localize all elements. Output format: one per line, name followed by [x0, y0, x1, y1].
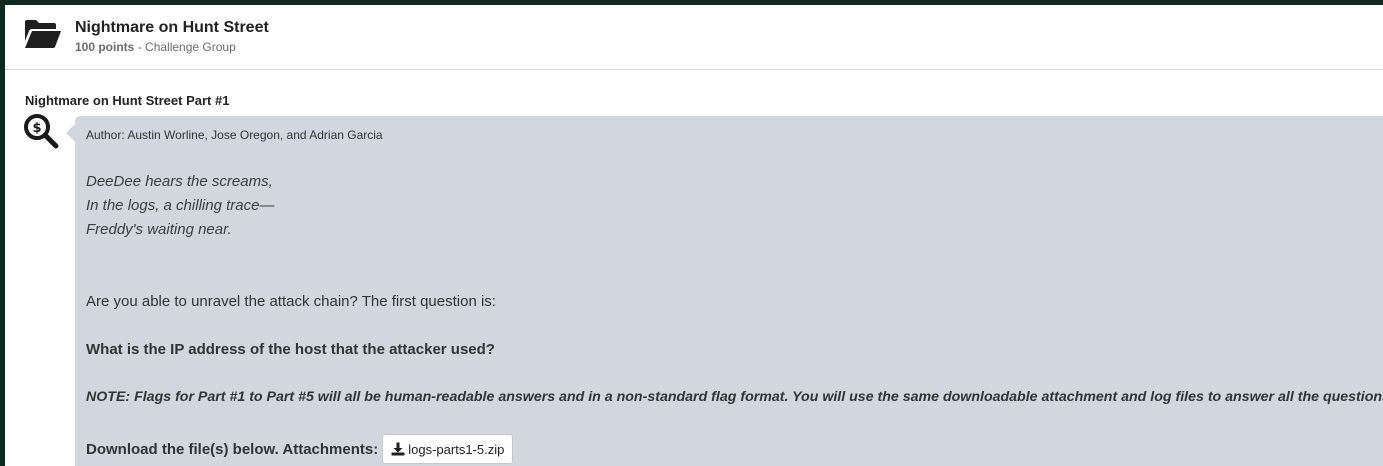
poem-line: In the logs, a chilling trace—	[86, 197, 275, 214]
bubble-arrow	[66, 124, 75, 142]
challenge-panel: Nightmare on Hunt Street 100 points - Ch…	[5, 5, 1383, 466]
download-label: Download the file(s) below. Attachments:	[86, 440, 379, 458]
download-row: Download the file(s) below. Attachments:…	[86, 434, 514, 464]
challenge-description: Author: Austin Worline, Jose Oregon, and…	[75, 116, 1383, 466]
search-dollar-icon: $	[24, 114, 59, 149]
author-line: Author: Austin Worline, Jose Oregon, and…	[86, 128, 383, 142]
poem-line: DeeDee hears the screams,	[86, 173, 273, 190]
note-text: NOTE: Flags for Part #1 to Part #5 will …	[86, 389, 1383, 405]
group-type: - Challenge Group	[134, 40, 236, 54]
attachment-download-button[interactable]: logs-parts1-5.zip	[382, 434, 514, 464]
attachment-name: logs-parts1-5.zip	[408, 441, 505, 457]
group-title: Nightmare on Hunt Street	[75, 19, 269, 36]
group-points: 100 points	[75, 40, 135, 54]
folder-open-icon	[25, 20, 61, 48]
intro-text: Are you able to unravel the attack chain…	[86, 293, 496, 310]
question-text: What is the IP address of the host that …	[86, 341, 495, 358]
poem-line: Freddy's waiting near.	[86, 221, 232, 238]
challenge-group-header[interactable]: Nightmare on Hunt Street 100 points - Ch…	[5, 5, 1383, 70]
group-subtitle: 100 points - Challenge Group	[75, 40, 236, 54]
svg-text:$: $	[32, 121, 41, 136]
download-icon	[391, 442, 405, 456]
challenge-title: Nightmare on Hunt Street Part #1	[25, 93, 230, 108]
